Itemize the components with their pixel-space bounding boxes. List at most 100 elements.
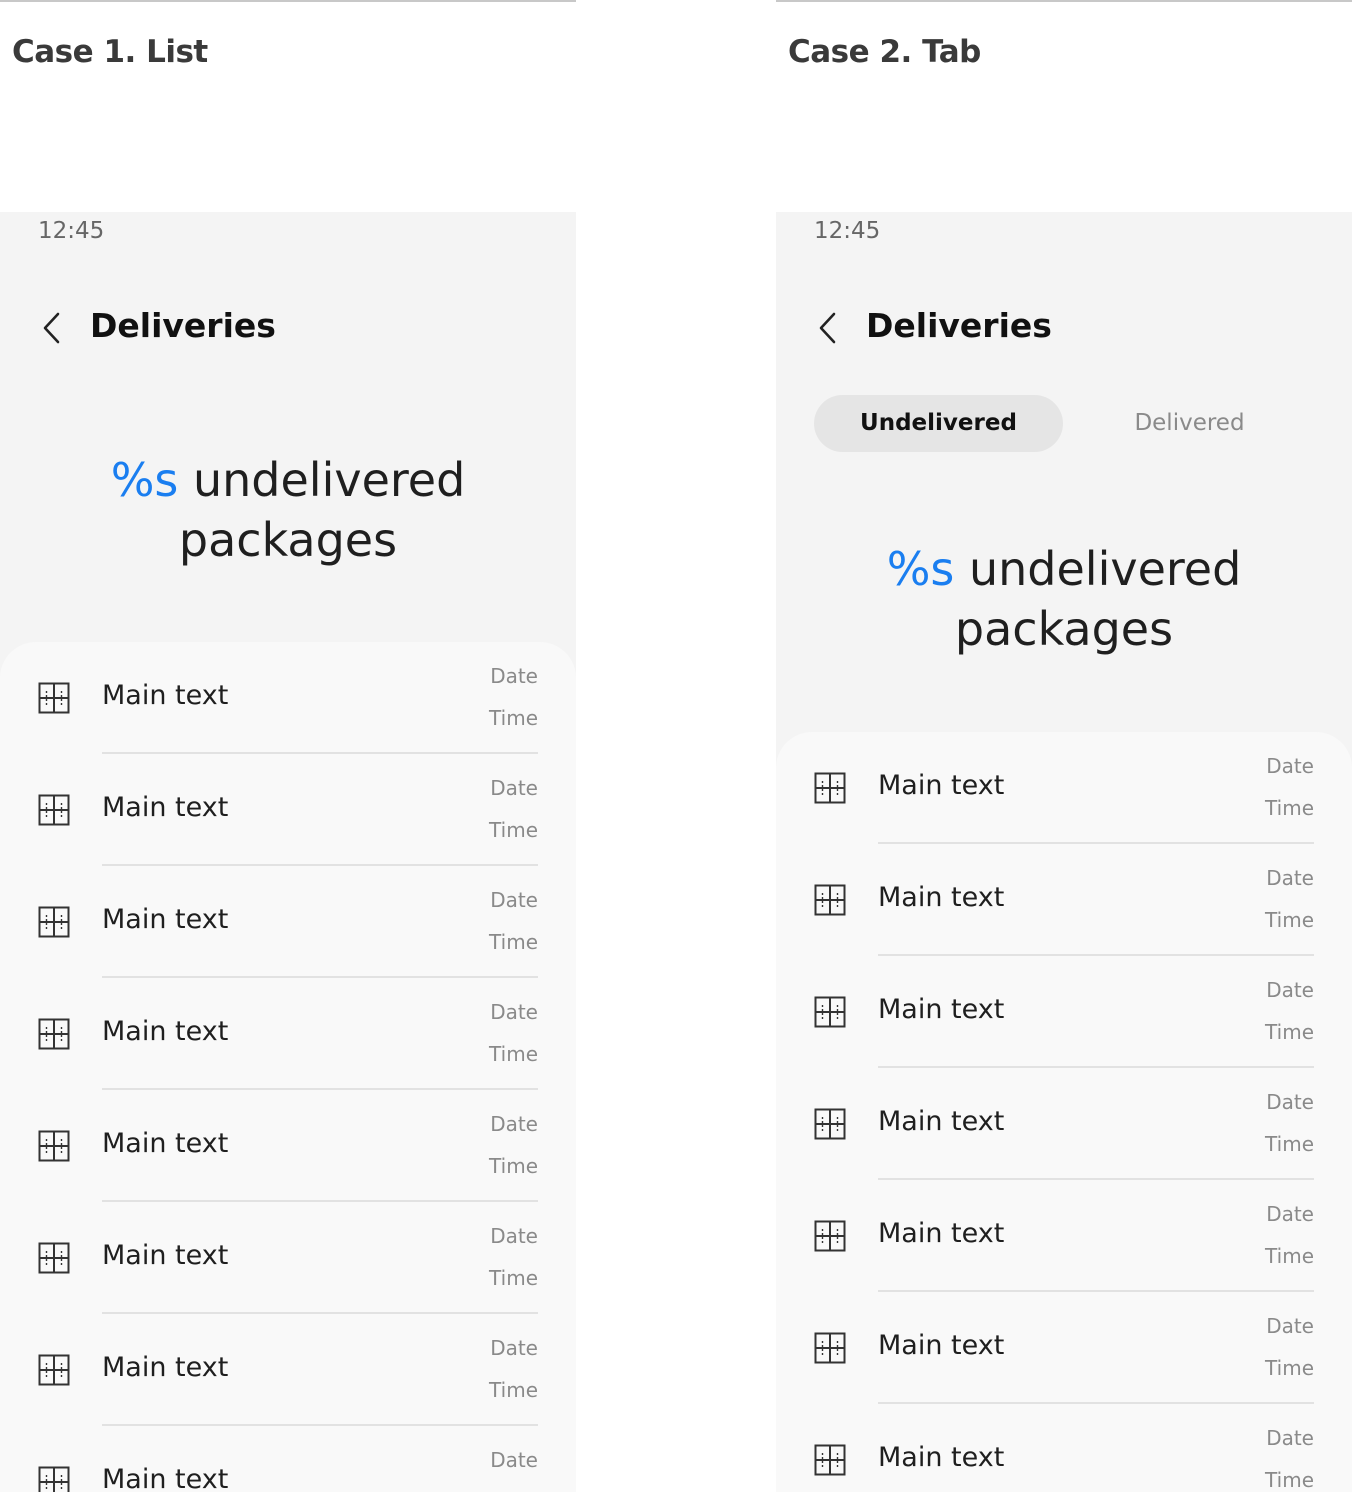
- package-count: %s: [886, 542, 955, 596]
- case-title: Case 1. List: [12, 34, 208, 70]
- item-main-text: Main text: [102, 792, 229, 823]
- item-date: Date: [490, 1224, 538, 1248]
- status-time: 12:45: [38, 218, 105, 244]
- deliveries-list: Main text Date Time Main text Date Time Main t…: [776, 732, 1352, 1492]
- item-main-text: Main text: [878, 770, 1005, 801]
- grid-icon: [814, 1332, 846, 1364]
- item-time: Time: [489, 1266, 538, 1290]
- item-date: Date: [1266, 978, 1314, 1002]
- back-chevron-icon[interactable]: [34, 308, 74, 348]
- summary-line1: undelivered: [193, 453, 466, 507]
- grid-icon: [38, 1466, 70, 1492]
- item-time: Time: [489, 706, 538, 730]
- item-time: Time: [489, 818, 538, 842]
- list-item[interactable]: Main text Date Time: [776, 732, 1352, 844]
- case-tab-panel: Case 2. Tab 12:45 Deliveries Undelivered…: [776, 0, 1352, 1492]
- item-time: Time: [489, 1378, 538, 1402]
- tab-undelivered[interactable]: Undelivered: [814, 395, 1063, 452]
- list-item[interactable]: Main text Date Time: [776, 844, 1352, 956]
- tab-delivered[interactable]: Delivered: [1065, 395, 1314, 452]
- item-main-text: Main text: [102, 1016, 229, 1047]
- item-main-text: Main text: [102, 680, 229, 711]
- undelivered-summary: %s undelivered packages: [0, 450, 576, 570]
- item-date: Date: [490, 1336, 538, 1360]
- item-date: Date: [1266, 1090, 1314, 1114]
- page-title: Deliveries: [866, 306, 1052, 345]
- list-item[interactable]: Main text Date Time: [0, 1202, 576, 1314]
- list-item[interactable]: Main text Date Time: [776, 1180, 1352, 1292]
- grid-icon: [38, 1018, 70, 1050]
- item-main-text: Main text: [102, 904, 229, 935]
- item-main-text: Main text: [102, 1464, 229, 1492]
- list-item[interactable]: Main text Date Time: [776, 1068, 1352, 1180]
- item-date: Date: [1266, 866, 1314, 890]
- list-item[interactable]: Main textDateTime: [0, 1426, 576, 1492]
- item-main-text: Main text: [102, 1240, 229, 1271]
- tab-bar: Undelivered Delivered: [814, 395, 1314, 452]
- list-item[interactable]: Main text Date Time: [776, 1292, 1352, 1404]
- grid-icon: [38, 794, 70, 826]
- item-time: Time: [489, 930, 538, 954]
- grid-icon: [814, 996, 846, 1028]
- divider: [0, 0, 576, 2]
- case-list-panel: Case 1. List 12:45 Deliveries %s undeliv…: [0, 0, 576, 1492]
- divider: [776, 0, 1352, 2]
- item-main-text: Main text: [102, 1352, 229, 1383]
- grid-icon: [38, 1242, 70, 1274]
- item-time: Time: [1265, 796, 1314, 820]
- item-main-text: Main text: [878, 1218, 1005, 1249]
- grid-icon: [814, 1108, 846, 1140]
- page-title: Deliveries: [90, 306, 276, 345]
- item-date: Date: [490, 664, 538, 688]
- list-item[interactable]: Main textDateTime: [776, 956, 1352, 1068]
- item-date: Date: [490, 1112, 538, 1136]
- grid-icon: [814, 1220, 846, 1252]
- status-time: 12:45: [814, 218, 881, 244]
- app-bar: Deliveries: [0, 304, 576, 352]
- package-count: %s: [110, 453, 179, 507]
- list-item[interactable]: Main textDateTime: [776, 1404, 1352, 1492]
- grid-icon: [814, 772, 846, 804]
- item-time: Time: [1265, 908, 1314, 932]
- phone-screen: 12:45 Deliveries %s undelivered packages…: [0, 212, 576, 1492]
- back-chevron-icon[interactable]: [810, 308, 850, 348]
- item-time: Time: [1265, 1132, 1314, 1156]
- grid-icon: [814, 1444, 846, 1476]
- list-item[interactable]: Main text Date Time: [0, 1090, 576, 1202]
- item-date: Date: [490, 1000, 538, 1024]
- item-main-text: Main text: [102, 1128, 229, 1159]
- item-main-text: Main text: [878, 1442, 1005, 1473]
- item-main-text: Main text: [878, 1330, 1005, 1361]
- summary-line1: undelivered: [969, 542, 1242, 596]
- list-item[interactable]: Main text Date Time: [0, 866, 576, 978]
- grid-icon: [38, 906, 70, 938]
- item-date: Date: [1266, 1202, 1314, 1226]
- item-date: Date: [490, 888, 538, 912]
- summary-line2: packages: [954, 602, 1174, 656]
- list-item[interactable]: Main text Date Time: [0, 642, 576, 754]
- deliveries-list: Main text Date Time Main text Date Time Main t…: [0, 642, 576, 1492]
- summary-line2: packages: [178, 513, 398, 567]
- item-date: Date: [1266, 754, 1314, 778]
- grid-icon: [814, 884, 846, 916]
- list-item[interactable]: Main text Date Time: [0, 978, 576, 1090]
- case-title: Case 2. Tab: [788, 34, 981, 70]
- item-date: Date: [490, 1448, 538, 1472]
- item-time: Time: [489, 1154, 538, 1178]
- item-time: Time: [1265, 1244, 1314, 1268]
- grid-icon: [38, 1130, 70, 1162]
- item-main-text: Main text: [878, 994, 1005, 1025]
- item-time: Time: [1265, 1356, 1314, 1380]
- grid-icon: [38, 1354, 70, 1386]
- item-main-text: Main text: [878, 1106, 1005, 1137]
- phone-screen: 12:45 Deliveries Undelivered Delivered %…: [776, 212, 1352, 1492]
- list-item[interactable]: Main text Date Time: [0, 754, 576, 866]
- item-time: Time: [489, 1042, 538, 1066]
- list-item[interactable]: Main text Date Time: [0, 1314, 576, 1426]
- item-main-text: Main text: [878, 882, 1005, 913]
- undelivered-summary: %s undelivered packages: [776, 539, 1352, 659]
- item-date: Date: [490, 776, 538, 800]
- app-bar: Deliveries: [776, 304, 1352, 352]
- item-date: Date: [1266, 1426, 1314, 1450]
- item-date: Date: [1266, 1314, 1314, 1338]
